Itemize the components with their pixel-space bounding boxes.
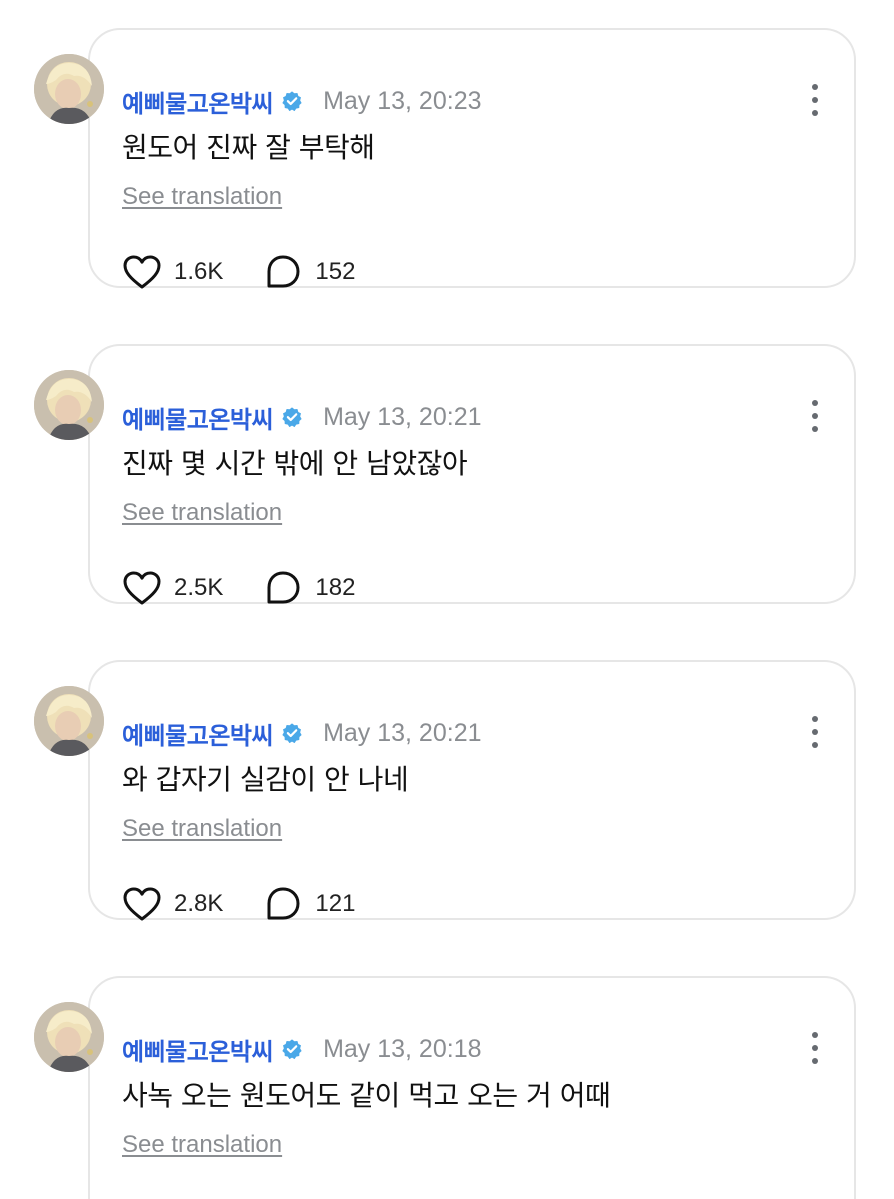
author-name[interactable]: 예삐물고온박씨: [122, 84, 274, 119]
avatar[interactable]: [34, 54, 104, 124]
timestamp: May 13, 20:23: [323, 86, 482, 115]
verified-badge-icon: [281, 90, 303, 112]
post: 예삐물고온박씨 May 13, 20:23 원도어 진짜 잘 부탁해 See t…: [0, 28, 894, 290]
post-header: 예삐물고온박씨 May 13, 20:21: [122, 400, 482, 434]
timestamp: May 13, 20:21: [323, 402, 482, 431]
post: 예삐물고온박씨 May 13, 20:21 와 갑자기 실감이 안 나네 See…: [0, 660, 894, 922]
speech-bubble-icon: [265, 254, 301, 290]
post: 예삐물고온박씨 May 13, 20:18 사녹 오는 원도어도 같이 먹고 오…: [0, 976, 894, 1199]
more-vertical-icon[interactable]: [803, 84, 827, 116]
reply-button[interactable]: 152: [265, 254, 355, 290]
post-text: 진짜 몇 시간 밖에 안 남았잖아: [122, 447, 468, 480]
like-count: 2.8K: [174, 890, 224, 917]
see-translation-link[interactable]: See translation: [122, 815, 282, 843]
heart-outline-icon: [122, 570, 162, 606]
heart-outline-icon: [122, 254, 162, 290]
reply-count: 152: [315, 258, 356, 285]
more-vertical-icon[interactable]: [803, 400, 827, 432]
avatar[interactable]: [34, 1002, 104, 1072]
reply-button[interactable]: 121: [265, 886, 355, 922]
post-feed: 예삐물고온박씨 May 13, 20:23 원도어 진짜 잘 부탁해 See t…: [0, 0, 894, 1199]
post-actions: 1.6K 152: [122, 252, 355, 292]
verified-badge-icon: [281, 722, 303, 744]
avatar[interactable]: [34, 370, 104, 440]
like-button[interactable]: 1.6K: [122, 254, 223, 290]
heart-outline-icon: [122, 886, 162, 922]
like-button[interactable]: 2.8K: [122, 886, 223, 922]
author-name[interactable]: 예삐물고온박씨: [122, 716, 274, 751]
post-header: 예삐물고온박씨 May 13, 20:18: [122, 1032, 482, 1066]
post-text: 사녹 오는 원도어도 같이 먹고 오는 거 어때: [122, 1079, 611, 1112]
see-translation-link[interactable]: See translation: [122, 1131, 282, 1159]
timestamp: May 13, 20:18: [323, 1034, 482, 1063]
post: 예삐물고온박씨 May 13, 20:21 진짜 몇 시간 밖에 안 남았잖아 …: [0, 344, 894, 606]
post-header: 예삐물고온박씨 May 13, 20:23: [122, 84, 482, 118]
reply-count: 182: [315, 574, 356, 601]
post-actions: 2.8K 121: [122, 884, 355, 924]
verified-badge-icon: [281, 406, 303, 428]
speech-bubble-icon: [265, 886, 301, 922]
timestamp: May 13, 20:21: [323, 718, 482, 747]
post-actions: 2.5K 182: [122, 568, 355, 608]
author-name[interactable]: 예삐물고온박씨: [122, 400, 274, 435]
post-text: 와 갑자기 실감이 안 나네: [122, 763, 409, 796]
see-translation-link[interactable]: See translation: [122, 499, 282, 527]
like-count: 2.5K: [174, 574, 224, 601]
verified-badge-icon: [281, 1038, 303, 1060]
post-header: 예삐물고온박씨 May 13, 20:21: [122, 716, 482, 750]
like-button[interactable]: 2.5K: [122, 570, 223, 606]
post-text: 원도어 진짜 잘 부탁해: [122, 131, 375, 164]
more-vertical-icon[interactable]: [803, 716, 827, 748]
see-translation-link[interactable]: See translation: [122, 183, 282, 211]
more-vertical-icon[interactable]: [803, 1032, 827, 1064]
like-count: 1.6K: [174, 258, 224, 285]
author-name[interactable]: 예삐물고온박씨: [122, 1032, 274, 1067]
avatar[interactable]: [34, 686, 104, 756]
speech-bubble-icon: [265, 570, 301, 606]
reply-button[interactable]: 182: [265, 570, 355, 606]
reply-count: 121: [315, 890, 356, 917]
